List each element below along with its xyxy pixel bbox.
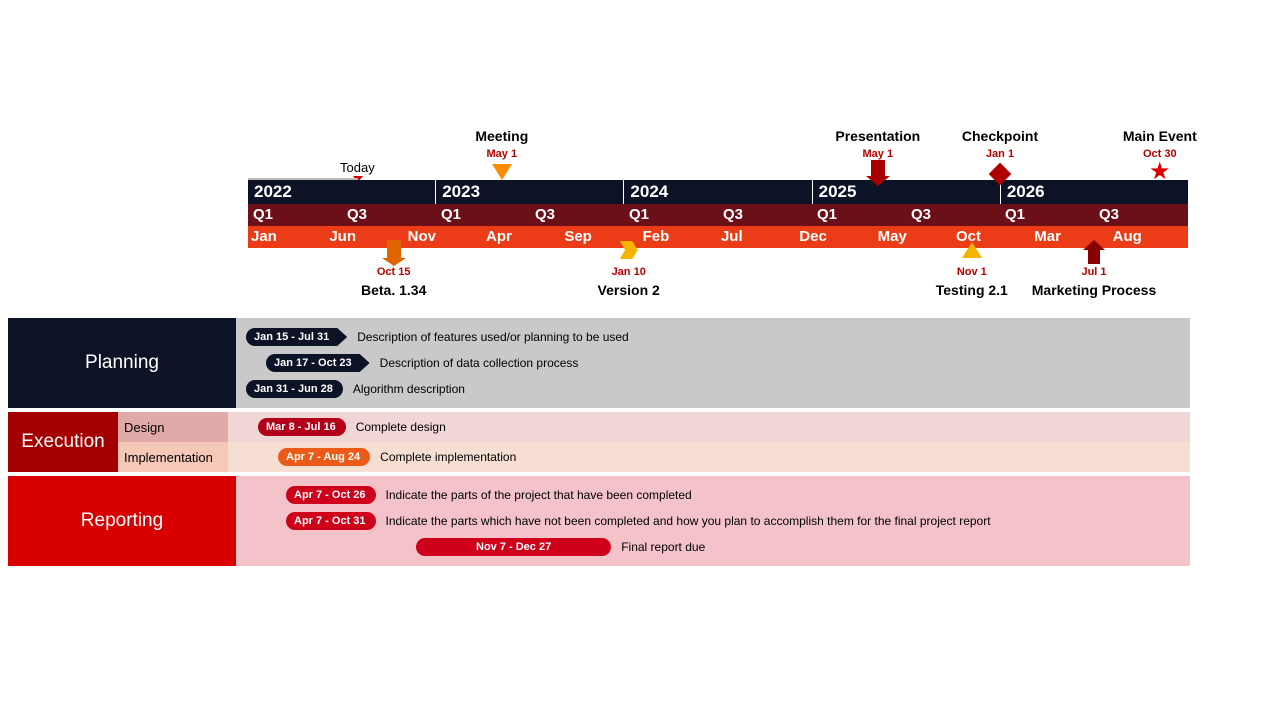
milestone-date: Jan 1 [986,148,1014,160]
quarter-cell: Q3 [718,204,812,226]
quarter-cell: Q1 [248,204,342,226]
milestone-title: Beta. 1.34 [361,282,426,298]
month-cell: Feb [640,226,718,248]
year-cell: 2023 [435,180,623,204]
task-pill: Jan 15 - Jul 31 [246,328,347,346]
sublane-design: Design [118,412,228,442]
task-row: Jan 17 - Oct 23 Description of data coll… [246,350,1180,376]
month-cell: Jan [248,226,326,248]
lane-head-planning: Planning [8,318,236,408]
task-pill: Apr 7 - Oct 26 [286,486,376,504]
month-cell: May [875,226,953,248]
quarter-cell: Q1 [624,204,718,226]
task-row: Jan 15 - Jul 31 Description of features … [246,324,1180,350]
task-pill: Jan 31 - Jun 28 [246,380,343,398]
milestone-date: Jan 10 [612,266,646,278]
milestone-date: Nov 1 [957,266,987,278]
month-cell: Nov [405,226,483,248]
task-desc: Indicate the parts which have not been c… [386,514,991,528]
arrow-down-icon [871,160,885,176]
triangle-down-icon [492,164,512,180]
execution-subcolumn: Design Implementation [118,412,228,472]
today-label: Today [340,160,375,175]
task-row: Apr 7 - Oct 26 Indicate the parts of the… [246,482,1180,508]
task-desc: Complete design [356,420,446,434]
year-cell: 2025 [812,180,1000,204]
quarter-bar: Q1 Q3 Q1 Q3 Q1 Q3 Q1 Q3 Q1 Q3 [248,204,1188,226]
quarter-cell: Q3 [906,204,1000,226]
milestone-date: May 1 [863,148,894,160]
milestone-date: Jul 1 [1081,266,1106,278]
triangle-up-icon [962,242,982,258]
quarter-cell: Q3 [1094,204,1188,226]
lane-head-execution: Execution [8,412,118,472]
star-icon: ★ [1149,160,1171,184]
month-cell: Jul [718,226,796,248]
year-cell: 2022 [248,180,435,204]
task-desc: Algorithm description [353,382,465,396]
month-cell: Apr [483,226,561,248]
lane-body-planning: Jan 15 - Jul 31 Description of features … [236,318,1190,408]
flag-icon [387,240,401,258]
task-row: Apr 7 - Oct 31 Indicate the parts which … [246,508,1180,534]
year-cell: 2024 [623,180,811,204]
milestone-title: Marketing Process [1032,282,1157,298]
arrow-up-icon [1088,250,1100,264]
task-pill: Apr 7 - Oct 31 [286,512,376,530]
task-pill: Apr 7 - Aug 24 [278,448,370,466]
milestone-date: Oct 15 [377,266,411,278]
task-desc: Description of data collection process [380,356,579,370]
quarter-cell: Q1 [436,204,530,226]
task-desc: Indicate the parts of the project that h… [386,488,692,502]
quarter-cell: Q1 [1000,204,1094,226]
task-desc: Description of features used/or planning… [357,330,629,344]
task-pill: Mar 8 - Jul 16 [258,418,346,436]
milestone-title: Meeting [475,128,528,144]
task-pill: Jan 17 - Oct 23 [266,354,370,372]
task-row: Mar 8 - Jul 16 Complete design [228,412,1190,442]
task-row: Jan 31 - Jun 28 Algorithm description [246,376,1180,402]
milestone-title: Presentation [835,128,920,144]
lane-body-reporting: Apr 7 - Oct 26 Indicate the parts of the… [236,476,1190,566]
lane-execution: Execution Design Implementation Mar 8 - … [8,412,1190,472]
quarter-cell: Q3 [342,204,436,226]
quarter-cell: Q1 [812,204,906,226]
month-cell: Aug [1110,226,1188,248]
milestone-title: Version 2 [598,282,660,298]
task-row: Nov 7 - Dec 27 Final report due [246,534,1180,560]
month-cell: Dec [796,226,874,248]
lane-reporting: Reporting Apr 7 - Oct 26 Indicate the pa… [8,476,1190,566]
lane-head-reporting: Reporting [8,476,236,566]
task-row: Apr 7 - Aug 24 Complete implementation [228,442,1190,472]
task-pill: Nov 7 - Dec 27 [416,538,611,556]
year-bar: 2022 2023 2024 2025 2026 [248,180,1188,204]
milestone-title: Checkpoint [962,128,1038,144]
lane-planning: Planning Jan 15 - Jul 31 Description of … [8,318,1190,408]
milestone-title: Testing 2.1 [936,282,1008,298]
task-desc: Final report due [621,540,705,554]
sublane-implementation: Implementation [118,442,228,472]
task-desc: Complete implementation [380,450,516,464]
milestone-title: Main Event [1123,128,1197,144]
quarter-cell: Q3 [530,204,624,226]
milestone-date: May 1 [487,148,518,160]
